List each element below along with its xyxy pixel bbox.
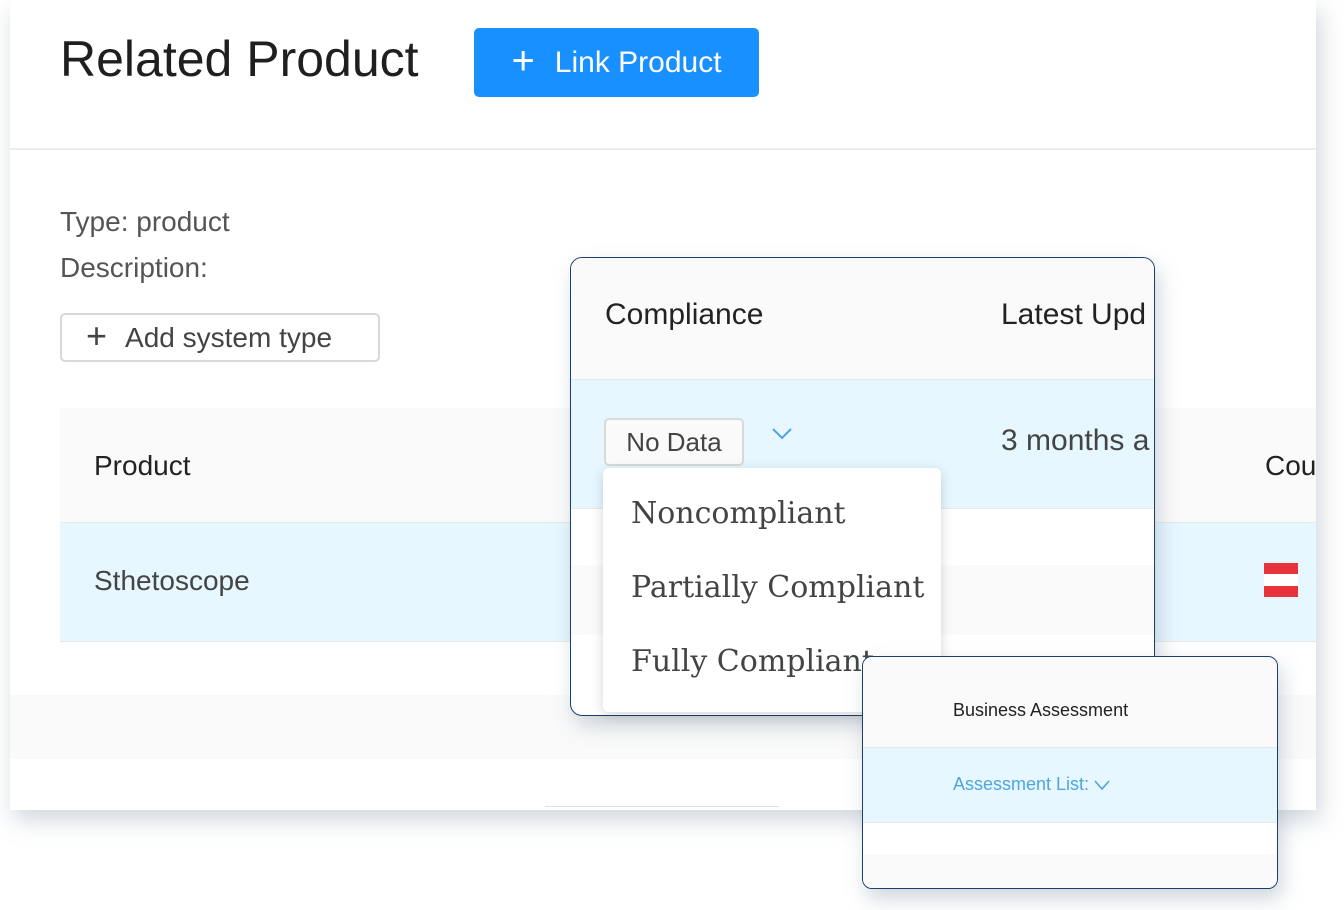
column-business-assessment: Business Assessment <box>953 700 1129 720</box>
assessment-row: Assessment List: <box>863 748 1277 823</box>
latest-update-value: 3 months a <box>1001 424 1150 457</box>
country-flag-icon <box>1264 563 1298 597</box>
assessment-header: Business Assessment <box>863 657 1277 748</box>
column-country: Cou <box>1265 450 1316 481</box>
option-noncompliant[interactable]: Noncompliant <box>631 496 846 531</box>
product-name: Sthetoscope <box>94 565 250 596</box>
compliance-select[interactable]: No Data <box>604 418 744 466</box>
link-product-label: Link Product <box>554 45 722 79</box>
column-product: Product <box>94 450 191 481</box>
description-line: Description: <box>60 252 208 283</box>
page-title: Related Product <box>60 31 419 87</box>
type-line: Type: product <box>60 206 230 237</box>
plus-icon: + <box>86 314 108 356</box>
column-compliance: Compliance <box>605 298 764 331</box>
pagination-hint <box>545 806 779 810</box>
flag-stripe-top <box>1264 563 1298 575</box>
assessment-band <box>863 854 1277 888</box>
link-product-button[interactable]: + Link Product <box>474 28 759 97</box>
chevron-down-icon[interactable] <box>771 424 793 447</box>
compliance-header: Compliance Latest Upd <box>571 258 1154 380</box>
option-partially-compliant[interactable]: Partially Compliant <box>631 570 924 605</box>
plus-icon: + <box>511 38 535 83</box>
column-latest-update: Latest Upd <box>1001 298 1147 331</box>
add-system-type-label: Add system type <box>125 321 333 353</box>
assessment-list-link[interactable]: Assessment List: <box>953 774 1110 795</box>
flag-stripe-bottom <box>1264 585 1298 597</box>
option-fully-compliant[interactable]: Fully Compliant <box>631 644 874 679</box>
assessment-panel: Business Assessment Assessment List: <box>862 656 1278 889</box>
assessment-list-label: Assessment List: <box>953 774 1090 794</box>
header-divider <box>10 148 1316 150</box>
chevron-down-icon <box>1094 774 1110 794</box>
compliance-selected-value: No Data <box>626 426 722 457</box>
add-system-type-button[interactable]: + Add system type <box>60 313 380 362</box>
flag-stripe-middle <box>1264 574 1298 586</box>
